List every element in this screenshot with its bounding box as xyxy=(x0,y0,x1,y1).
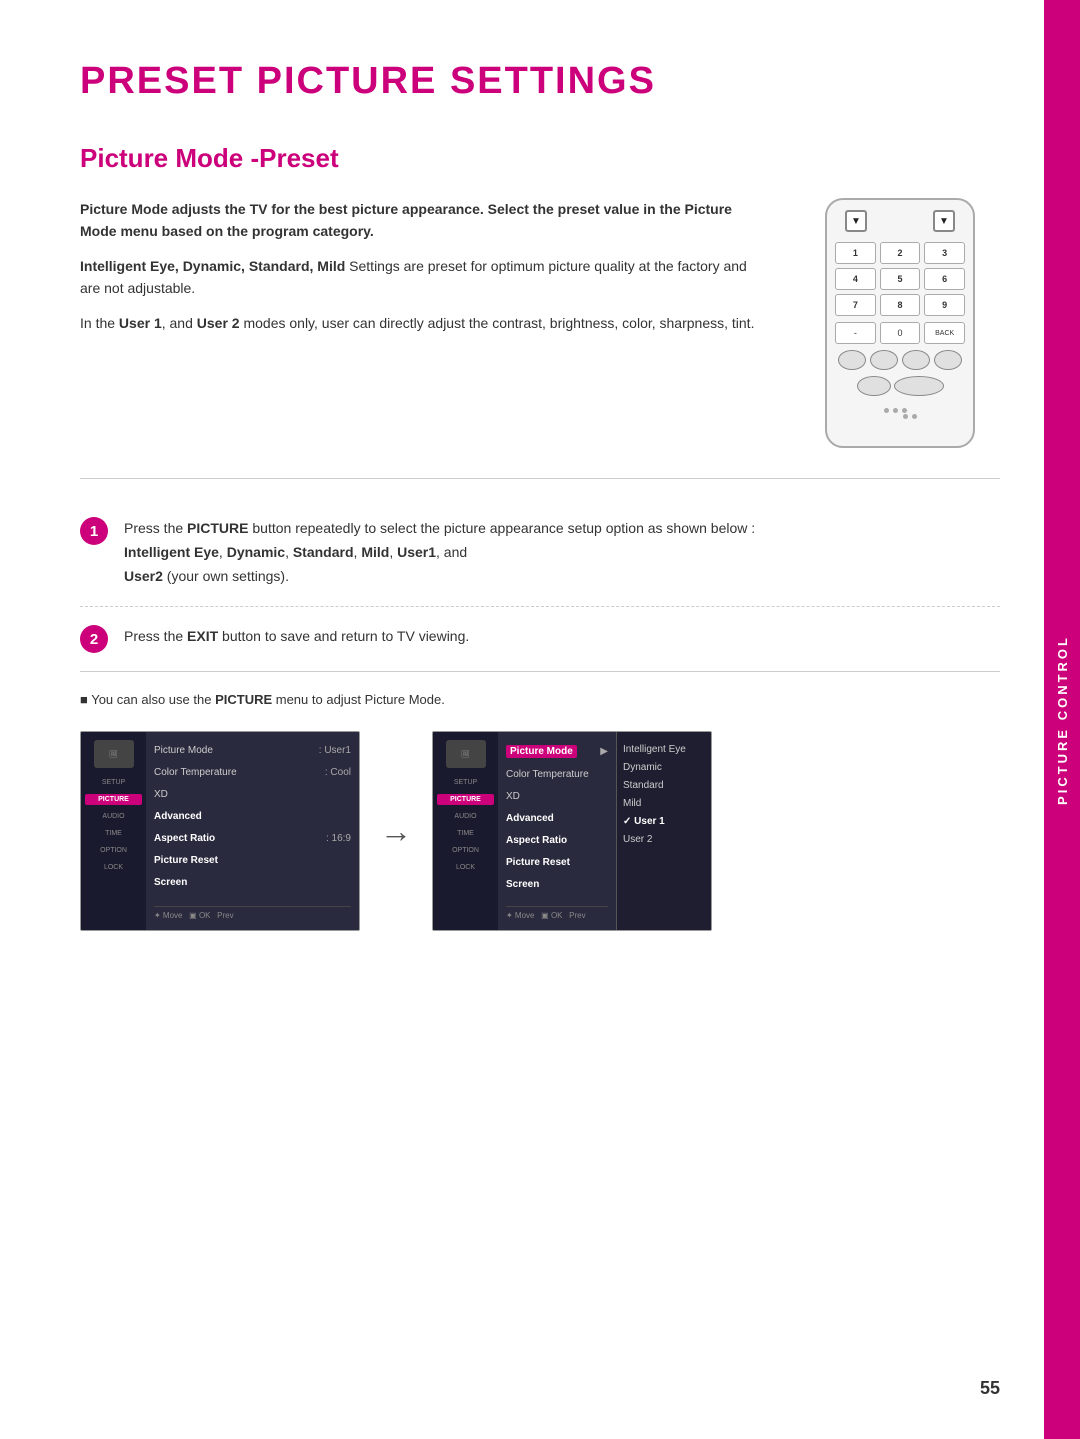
page-number: 55 xyxy=(980,1378,1000,1399)
remote-key-8: 8 xyxy=(880,294,921,316)
remote-picture-btn xyxy=(838,350,866,370)
step-2-text: Press the EXIT button to save and return… xyxy=(124,625,1000,649)
menu-sidebar-left: 🖼 SETUP PICTURE AUDIO TIME OPTION LOCK xyxy=(81,732,146,930)
remote-key-1: 1 xyxy=(835,242,876,264)
remote-key-2: 2 xyxy=(880,242,921,264)
remote-key-3: 3 xyxy=(924,242,965,264)
remote-sound-btn xyxy=(870,350,898,370)
remote-user-btn xyxy=(894,376,944,396)
menu-main-left: Picture Mode : User1 Color Temperature :… xyxy=(146,732,359,930)
remote-key-4: 4 xyxy=(835,268,876,290)
remote-illustration: ▼ ▼ 1 2 3 4 5 6 7 8 9 - xyxy=(800,198,1000,448)
remote-bottom-row: - 0 BACK xyxy=(835,322,965,344)
step-1-number: 1 xyxy=(80,517,108,545)
main-text-column: Picture Mode adjusts the TV for the best… xyxy=(80,198,760,448)
remote-sap-btn xyxy=(902,350,930,370)
remote-key-6: 6 xyxy=(924,268,965,290)
remote-input-btn xyxy=(857,376,891,396)
step-1-text: Press the PICTURE button repeatedly to s… xyxy=(124,517,1000,588)
remote-key-0: 0 xyxy=(880,322,921,344)
picture-control-sidebar: PICTURE CONTROL xyxy=(1044,0,1080,1439)
menu-submenu: Intelligent Eye Dynamic Standard Mild ✓ … xyxy=(616,732,711,930)
menu-main-right-wrapper: Picture Mode ▶ Color Temperature XD Adva… xyxy=(498,732,711,930)
step-2-number: 2 xyxy=(80,625,108,653)
page-title: PRESET PICTURE SETTINGS xyxy=(80,60,1000,103)
remote-numpad: 1 2 3 4 5 6 7 8 9 xyxy=(835,242,965,316)
picture-control-label: PICTURE CONTROL xyxy=(1055,635,1070,805)
para3: In the User 1, and User 2 modes only, us… xyxy=(80,312,760,334)
remote-key-9: 9 xyxy=(924,294,965,316)
remote-arrow-right: ▼ xyxy=(933,210,955,232)
section-title: Picture Mode -Preset xyxy=(80,143,1000,174)
para1: Picture Mode adjusts the TV for the best… xyxy=(80,198,760,243)
para2: Intelligent Eye, Dynamic, Standard, Mild… xyxy=(80,255,760,300)
remote-key-5: 5 xyxy=(880,268,921,290)
step-1: 1 Press the PICTURE button repeatedly to… xyxy=(80,499,1000,607)
step-2: 2 Press the EXIT button to save and retu… xyxy=(80,607,1000,672)
menu-sidebar-right: 🖼 SETUP PICTURE AUDIO TIME OPTION LOCK xyxy=(433,732,498,930)
menu-screen-left: 🖼 SETUP PICTURE AUDIO TIME OPTION LOCK P… xyxy=(80,731,360,931)
remote-cc-btn xyxy=(934,350,962,370)
menu-screenshots: 🖼 SETUP PICTURE AUDIO TIME OPTION LOCK P… xyxy=(80,731,1000,931)
menu-screen-right: 🖼 SETUP PICTURE AUDIO TIME OPTION LOCK P… xyxy=(432,731,712,931)
remote-key-7: 7 xyxy=(835,294,876,316)
arrow-icon: → xyxy=(380,813,412,850)
divider-1 xyxy=(80,478,1000,479)
remote-round-btns xyxy=(857,376,944,396)
remote-func-row xyxy=(838,350,962,370)
remote-dots xyxy=(884,408,917,419)
menu-main-right: Picture Mode ▶ Color Temperature XD Adva… xyxy=(498,732,616,930)
remote-arrow-left: ▼ xyxy=(845,210,867,232)
note-section: ■ You can also use the PICTURE menu to a… xyxy=(80,692,1000,707)
remote-key-back: BACK xyxy=(924,322,965,344)
remote-key-dash: - xyxy=(835,322,876,344)
steps-container: 1 Press the PICTURE button repeatedly to… xyxy=(80,499,1000,672)
